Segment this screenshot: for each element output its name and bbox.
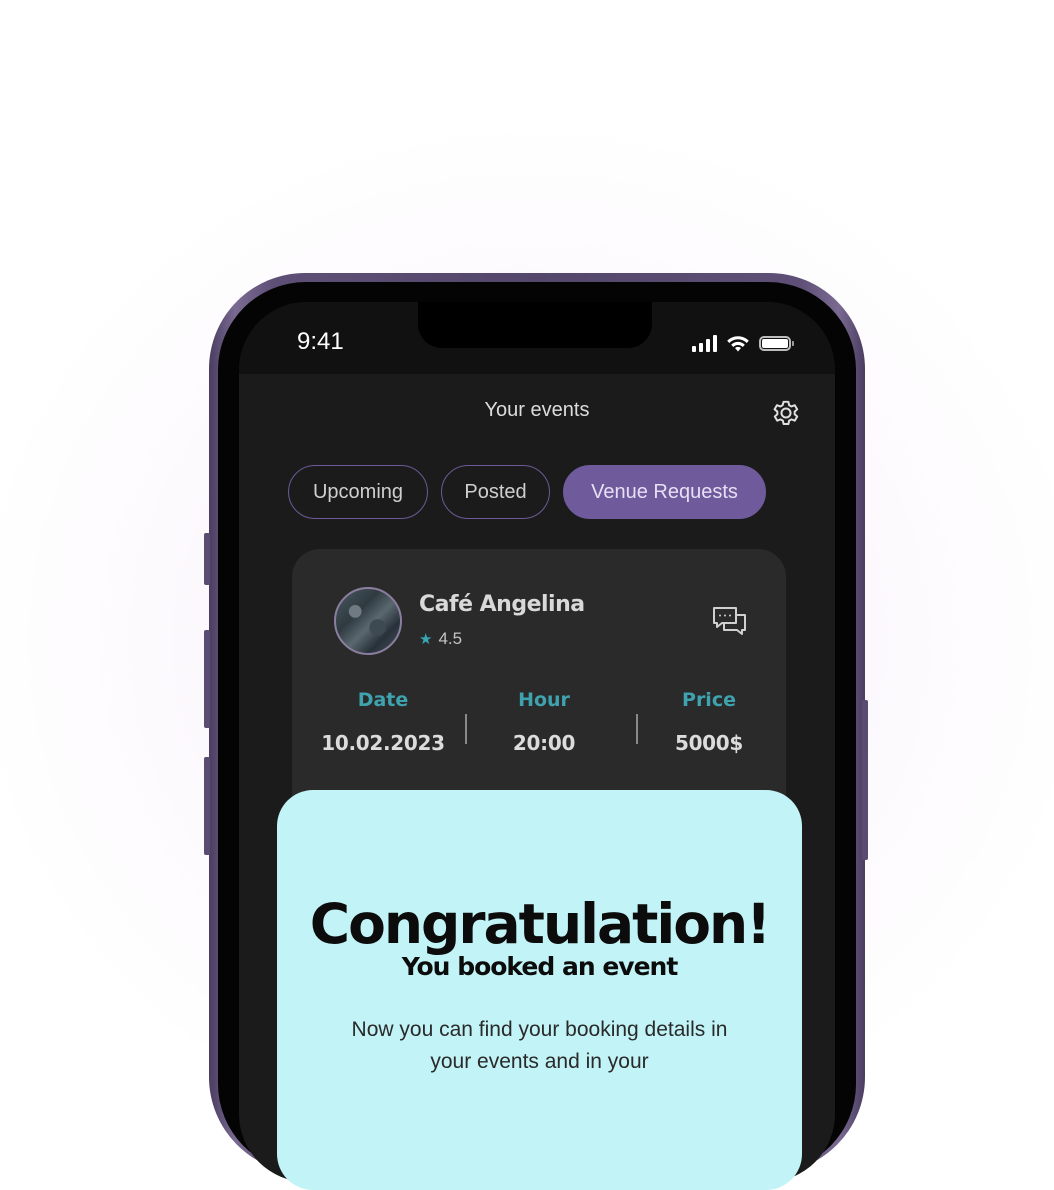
rating-value: 4.5 [438,629,463,648]
stat-price: Price 5000$ [634,689,784,755]
stat-hour-value: 20:00 [512,731,576,755]
stat-hour: Hour 20:00 [469,689,619,755]
chat-icon[interactable] [712,606,748,638]
stat-date-label: Date [357,689,409,711]
tab-posted[interactable]: Posted [441,465,550,519]
gear-icon[interactable] [769,396,803,430]
notch [418,302,652,348]
stat-price-label: Price [682,689,736,711]
popup-title: Congratulation! [309,892,772,956]
venue-rating: ★ 4.5 [419,629,462,649]
power-button [862,700,868,860]
wifi-icon [727,336,749,352]
action-button [204,533,210,585]
stat-divider [465,714,467,744]
booking-confirmation-popup: Congratulation! You booked an event Now … [277,790,802,1190]
venue-avatar [334,587,402,655]
stat-date: Date 10.02.2023 [308,689,458,755]
tab-venue-requests[interactable]: Venue Requests [563,465,766,519]
star-icon: ★ [419,631,433,648]
stat-price-value: 5000$ [674,731,744,755]
status-icons [692,332,794,352]
status-time: 9:41 [297,328,344,355]
venue-name: Café Angelina [419,592,585,617]
volume-up-button [204,630,210,728]
popup-message: Now you can find your booking details in… [351,1018,728,1073]
tab-upcoming[interactable]: Upcoming [288,465,428,519]
stat-hour-label: Hour [518,689,570,711]
page-title: Your events [484,399,590,421]
cellular-signal-icon [692,334,717,352]
volume-down-button [204,757,210,855]
stat-date-value: 10.02.2023 [321,731,445,755]
popup-subtitle: You booked an event [401,952,679,981]
battery-icon [759,336,794,351]
status-bar: 9:41 [239,302,835,374]
